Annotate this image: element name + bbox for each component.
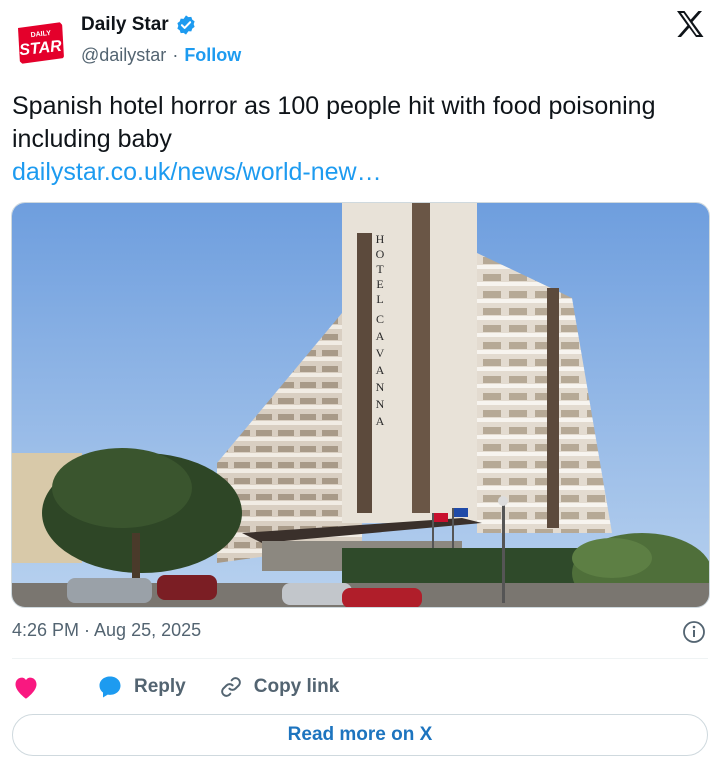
info-icon[interactable] bbox=[682, 620, 706, 644]
sign-letter: H bbox=[376, 232, 385, 246]
sign-letter: A bbox=[376, 414, 385, 428]
copy-link-label: Copy link bbox=[253, 676, 340, 697]
read-more-button[interactable]: Read more on X bbox=[12, 714, 708, 756]
avatar[interactable]: DAILY STAR bbox=[12, 14, 68, 70]
sign-letter: T bbox=[376, 262, 384, 276]
sign-letter: C bbox=[376, 312, 384, 326]
reply-button[interactable]: Reply bbox=[96, 673, 186, 701]
action-bar: Reply Copy link bbox=[12, 672, 339, 702]
handle-separator: · bbox=[172, 45, 179, 65]
sign-letter: E bbox=[376, 277, 383, 291]
sign-letter: A bbox=[376, 363, 385, 377]
name-row: Daily Star bbox=[81, 14, 197, 36]
handle[interactable]: @dailystar bbox=[81, 45, 166, 66]
tweet-link[interactable]: dailystar.co.uk/news/world-new… bbox=[12, 156, 382, 189]
tweet-card: DAILY STAR Daily Star @dailystar · Follo… bbox=[0, 0, 722, 774]
sign-letter: V bbox=[376, 346, 385, 360]
sign-letter: L bbox=[376, 292, 383, 306]
reply-bubble-icon bbox=[99, 676, 121, 698]
tweet-text: Spanish hotel horror as 100 people hit w… bbox=[12, 92, 656, 153]
daily-star-logo: DAILY STAR bbox=[18, 22, 64, 64]
handle-row: @dailystar · Follow bbox=[81, 45, 241, 66]
sign-letter: A bbox=[376, 329, 385, 343]
tweet-photo[interactable]: H O T E L C A V A N N A bbox=[11, 202, 710, 608]
divider bbox=[12, 658, 708, 659]
heart-icon[interactable] bbox=[12, 674, 40, 700]
link-icon bbox=[220, 677, 241, 697]
hotel-sign: H O T E L C A V A N N A bbox=[376, 232, 385, 428]
display-name[interactable]: Daily Star bbox=[81, 14, 169, 36]
verified-badge-icon bbox=[177, 15, 195, 35]
copy-link-button[interactable]: Copy link bbox=[218, 674, 340, 700]
reply-label: Reply bbox=[134, 676, 186, 697]
x-logo-icon[interactable] bbox=[674, 8, 706, 40]
sign-letter: N bbox=[376, 397, 385, 411]
follow-button[interactable]: Follow bbox=[184, 45, 241, 66]
sign-letter: O bbox=[376, 247, 385, 261]
sign-letter: N bbox=[376, 380, 385, 394]
tweet-timestamp[interactable]: 4:26 PM · Aug 25, 2025 bbox=[12, 620, 201, 641]
